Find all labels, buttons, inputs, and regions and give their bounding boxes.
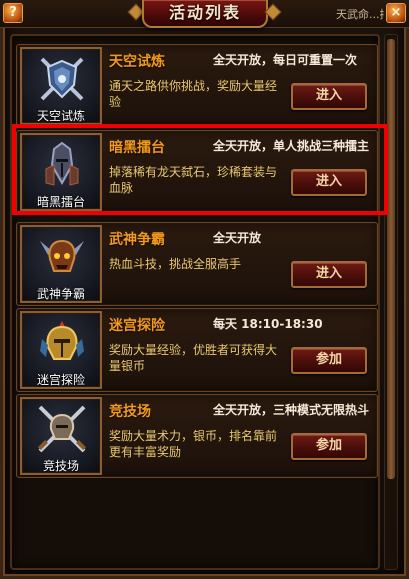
activity-name: 武神争霸 bbox=[109, 232, 165, 248]
close-button[interactable]: × bbox=[386, 3, 406, 23]
activity-description: 热血斗技，挑战全服高手 bbox=[109, 257, 242, 271]
activity-name: 迷宫探险 bbox=[109, 318, 165, 334]
activity-name: 竞技场 bbox=[109, 404, 151, 420]
window-title: 活动列表 bbox=[168, 3, 241, 22]
activity-icon-frame: 暗黑擂台 bbox=[20, 133, 102, 211]
activity-name: 暗黑擂台 bbox=[109, 140, 165, 156]
enter-button[interactable]: 进入 bbox=[291, 261, 367, 288]
activity-row-selected: 暗黑擂台 暗黑擂台 全天开放，单人挑战三种擂主 掉落稀有龙天弑石，珍稀套装与血脉… bbox=[16, 130, 378, 214]
activity-icon-label: 迷宫探险 bbox=[36, 373, 85, 387]
activity-description: 通天之路供你挑战，奖励大量经验 bbox=[109, 79, 278, 109]
join-button[interactable]: 参加 bbox=[291, 433, 367, 460]
activity-icon-label: 武神争霸 bbox=[36, 287, 85, 301]
activity-icon-frame: 天空试炼 bbox=[20, 47, 102, 125]
crossed-swords-helmet-icon bbox=[38, 405, 86, 453]
activity-time: 全天开放，三种模式无限热斗 bbox=[213, 403, 370, 417]
activity-row: 天空试炼 天空试炼 全天开放，每日可重置一次 通天之路供你挑战，奖励大量经验 进… bbox=[16, 44, 378, 128]
help-button[interactable]: ? bbox=[3, 3, 23, 23]
activity-icon-frame: 迷宫探险 bbox=[20, 311, 102, 389]
activity-icon-frame: 竞技场 bbox=[20, 397, 102, 475]
demon-skull-axes-icon bbox=[40, 239, 84, 272]
activity-time: 全天开放，每日可重置一次 bbox=[213, 53, 358, 67]
activity-icon-frame: 武神争霸 bbox=[20, 225, 102, 303]
activity-description: 掉落稀有龙天弑石，珍稀套装与血脉 bbox=[109, 165, 278, 195]
activity-time: 全天开放，单人挑战三种擂主 bbox=[213, 139, 370, 153]
enter-button[interactable]: 进入 bbox=[291, 169, 367, 196]
activity-name: 天空试炼 bbox=[109, 54, 165, 70]
activity-row: 迷宫探险 迷宫探险 每天 18:10-18:30 奖励大量经验，优胜者可获得大量… bbox=[16, 308, 378, 392]
activity-icon-label: 竞技场 bbox=[42, 459, 79, 473]
shield-crossed-swords-icon bbox=[40, 57, 84, 101]
title-plate: 活动列表 bbox=[142, 0, 268, 28]
golden-warrior-helmet-icon bbox=[40, 321, 84, 360]
activity-row: 武神争霸 武神争霸 全天开放 热血斗技，挑战全服高手 进入 bbox=[16, 222, 378, 306]
activity-description: 奖励大量术力，银币，排名靠前更有丰富奖励 bbox=[109, 429, 278, 459]
activity-time: 全天开放 bbox=[213, 231, 262, 245]
dark-knight-helmet-icon bbox=[45, 141, 79, 186]
activity-row: 竞技场 竞技场 全天开放，三种模式无限热斗 奖励大量术力，银币，排名靠前更有丰富… bbox=[16, 394, 378, 478]
top-right-text: 天武命...排行... bbox=[336, 8, 384, 21]
activity-description: 奖励大量经验，优胜者可获得大量银币 bbox=[109, 343, 278, 373]
activity-icon-label: 暗黑擂台 bbox=[36, 195, 85, 209]
title-bar: ? 活动列表 天武命...排行... × bbox=[0, 0, 409, 28]
enter-button[interactable]: 进入 bbox=[291, 83, 367, 110]
scrollbar-thumb[interactable] bbox=[387, 39, 395, 479]
scrollbar[interactable] bbox=[384, 34, 398, 570]
activity-time: 每天 18:10-18:30 bbox=[213, 317, 323, 331]
activity-icon-label: 天空试炼 bbox=[36, 109, 85, 123]
join-button[interactable]: 参加 bbox=[291, 347, 367, 374]
